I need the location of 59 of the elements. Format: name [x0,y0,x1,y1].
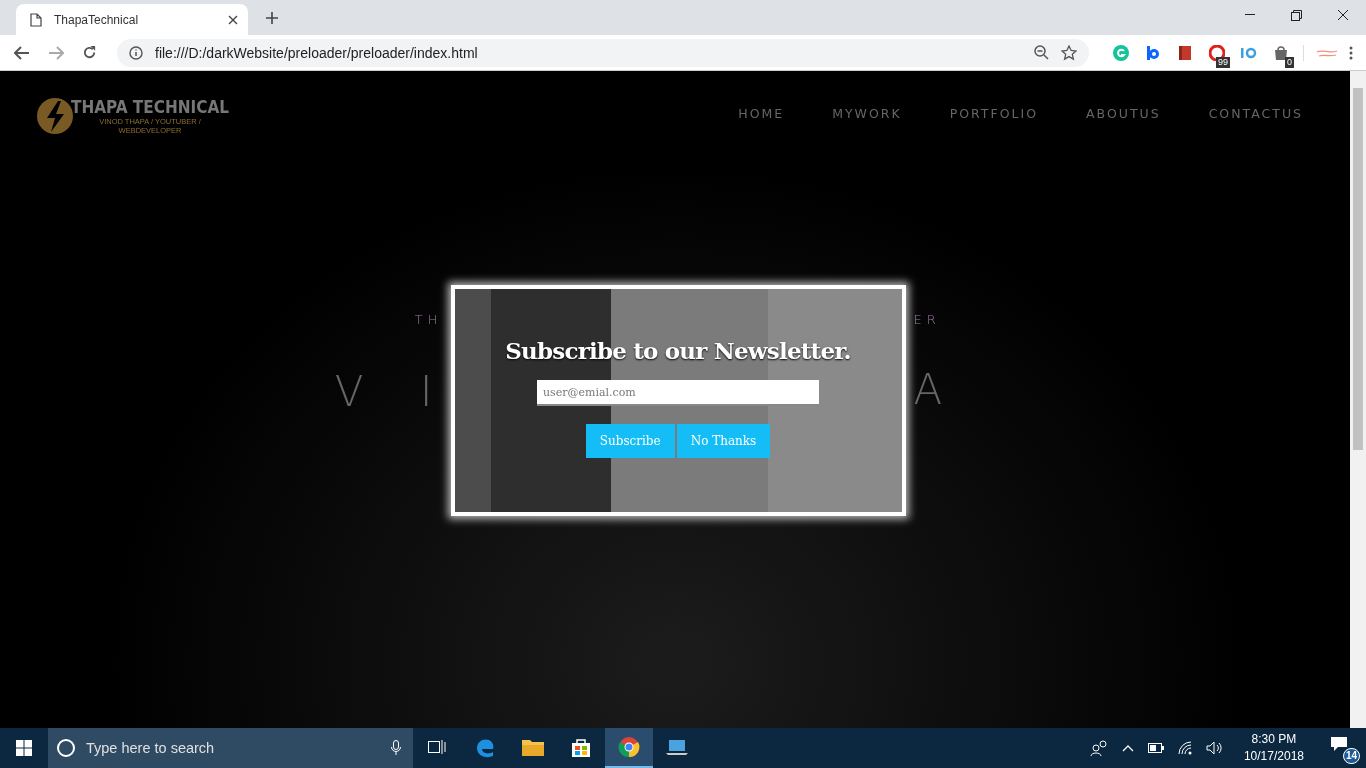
more-menu-icon[interactable] [1349,45,1353,60]
address-field[interactable]: file:///D:/darkWebsite/preloader/preloader/index.html [117,38,1089,67]
minimize-icon[interactable] [1245,14,1255,16]
notification-icon[interactable] [1330,736,1348,752]
chrome-taskbar-button[interactable] [605,728,653,768]
count-badge: 99 [1216,57,1230,68]
hero-title-fragment: A [913,365,953,414]
email-input-field[interactable]: user@emial.com [537,380,819,406]
iq-extension-icon[interactable] [1239,45,1258,60]
shopping-bag-icon [571,737,591,757]
info-icon [129,45,143,60]
zoom-out-icon[interactable] [1034,45,1049,60]
nav-link[interactable]: ABOUTUS [1086,106,1161,121]
speaker-icon[interactable] [1205,741,1222,755]
scrollbar-thumb[interactable] [1353,88,1363,450]
search-placeholder: Type here to search [86,740,215,756]
clock-time[interactable]: 8:30 PM [1251,731,1297,748]
new-tab-icon[interactable] [265,11,279,25]
nav-link[interactable]: PORTFOLIO [949,106,1038,121]
back-arrow-icon[interactable] [14,45,30,60]
close-icon[interactable] [1338,10,1348,20]
laptop-icon [665,738,689,756]
cortana-circle-icon [56,738,76,758]
bag-extension-icon[interactable] [1272,44,1289,61]
wifi-icon[interactable] [1177,741,1192,755]
tab-title: ThapaTechnical [54,12,140,27]
nav-link[interactable]: HOME [738,106,785,121]
windows-logo-icon[interactable] [16,740,32,756]
book-extension-icon[interactable] [1176,44,1193,61]
url-text: file:///D:/darkWebsite/preloader/preloader/index.html [155,44,478,61]
clock-date[interactable]: 10/17/2018 [1243,748,1304,765]
nav-link[interactable]: CONTACTUS [1208,106,1303,121]
subscribe-button[interactable]: Subscribe [585,424,675,458]
dismiss-button[interactable]: No Thanks [676,424,771,458]
nav-link[interactable]: MYWORK [832,106,902,121]
modal-title: Subscribe to our Newsletter. [505,337,851,364]
scrollbar[interactable] [1350,71,1366,728]
opera-extension-icon[interactable] [1208,44,1225,61]
round-browser-icon [618,736,640,758]
close-icon[interactable] [228,14,238,25]
task-view-icon [428,739,446,755]
page-icon [30,12,42,27]
reload-icon[interactable] [82,45,97,60]
count-badge: 0 [1285,57,1294,68]
hero-tagline-fragment: TH [414,312,443,327]
notification-count-badge: 14 [1342,748,1360,764]
star-icon[interactable] [1061,44,1077,61]
restore-icon[interactable] [1291,9,1302,21]
people-icon[interactable] [1089,740,1108,756]
hero-title-fragment: V I [334,367,443,416]
chevron-up-icon[interactable] [1121,744,1134,752]
folder-icon [522,738,544,756]
letter-e-icon [474,736,496,758]
microphone-icon[interactable] [391,740,401,756]
logo-title: THAPA TECHNICAL [71,97,230,117]
browser-tab[interactable]: ThapaTechnical [16,4,248,35]
battery-icon[interactable] [1147,743,1164,753]
hero-tagline-fragment: ER [913,312,941,327]
taskbar-search-field[interactable]: Type here to search [48,728,413,768]
